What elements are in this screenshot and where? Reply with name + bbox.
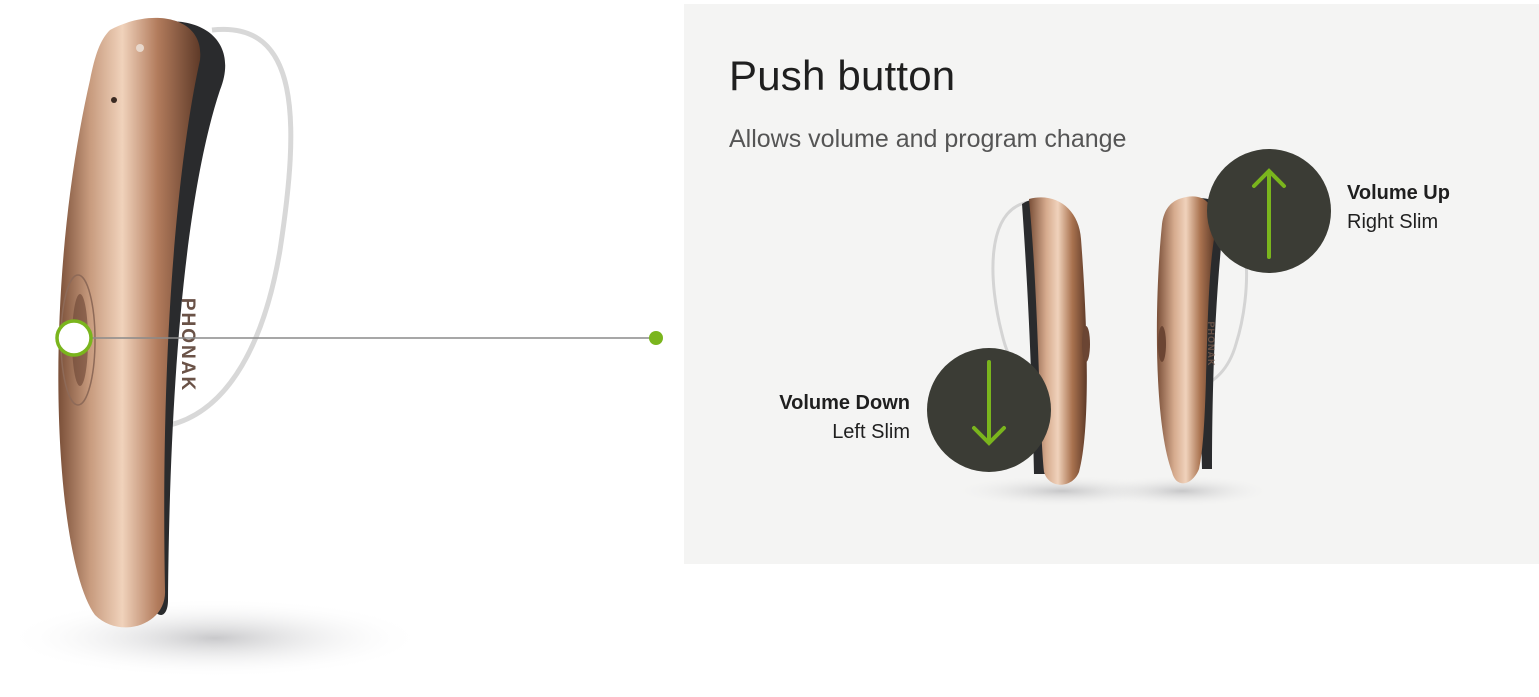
microphone-port [136,44,144,52]
brand-logo: PHONAK [177,298,198,392]
hearing-aid-hero-image: PHONAK [5,17,663,678]
push-button-info-panel: Push button Allows volume and program ch… [684,4,1539,564]
microphone-port [111,97,117,103]
leader-end-dot [649,331,663,345]
right-device-button [1158,326,1166,362]
volume-up-title: Volume Up [1347,182,1450,204]
push-button-hotspot[interactable] [55,319,93,357]
volume-down-callout: Volume Down Left Slim [779,389,910,447]
floor-shadow [5,598,425,678]
hearing-aid-pair-image: PHONAK [927,149,1331,507]
volume-down-title: Volume Down [779,392,910,414]
volume-up-callout: Volume Up Right Slim [1347,179,1450,237]
left-device-button [1082,326,1090,362]
volume-up-subtitle: Right Slim [1347,211,1439,233]
volume-down-subtitle: Left Slim [832,421,910,443]
brand-logo-small: PHONAK [1206,321,1216,366]
